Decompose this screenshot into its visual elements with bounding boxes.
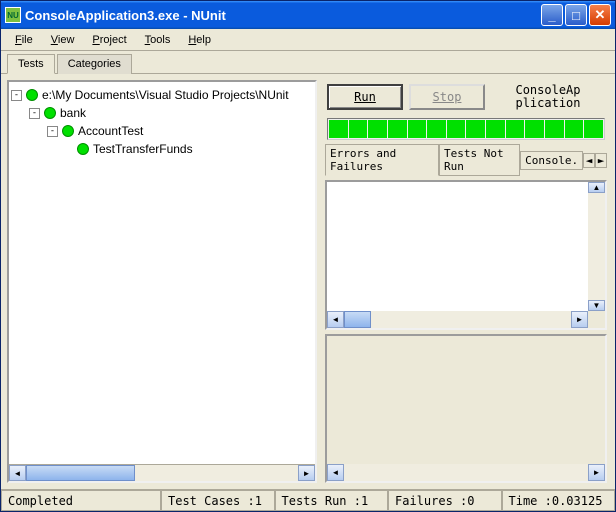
- status-test-cases: Test Cases : 1: [161, 490, 275, 511]
- errors-pane: ◄ ► ▲ ▼: [325, 180, 607, 330]
- scroll-corner: [588, 311, 605, 328]
- tree-row-testtransferfunds[interactable]: TestTransferFunds: [11, 140, 313, 158]
- status-failures: Failures : 0: [388, 490, 502, 511]
- menubar: File View Project Tools Help: [1, 29, 615, 51]
- scroll-right-icon[interactable]: ►: [588, 464, 605, 481]
- scroll-right-icon[interactable]: ►: [298, 465, 315, 481]
- tab-scroll-left-icon[interactable]: ◄: [583, 153, 595, 168]
- tree-label: e:\My Documents\Visual Studio Projects\N…: [42, 86, 289, 104]
- scroll-thumb[interactable]: [344, 311, 371, 328]
- results-panel: Run Stop ConsoleApplication Errors and F…: [323, 80, 609, 483]
- tab-categories[interactable]: Categories: [57, 54, 132, 74]
- titlebar[interactable]: NU ConsoleApplication3.exe - NUnit _ □ ✕: [1, 1, 615, 29]
- collapse-icon[interactable]: -: [11, 90, 22, 101]
- pane-h-scrollbar[interactable]: ◄ ►: [327, 464, 605, 481]
- scroll-left-icon[interactable]: ◄: [9, 465, 26, 481]
- tab-errors-failures[interactable]: Errors and Failures: [325, 144, 439, 176]
- pane-h-scrollbar[interactable]: ◄ ►: [327, 311, 588, 328]
- tree-row-bank[interactable]: - bank: [11, 104, 313, 122]
- detail-pane: ◄ ►: [325, 334, 607, 484]
- scroll-up-icon[interactable]: ▲: [588, 182, 605, 193]
- minimize-button[interactable]: _: [541, 4, 563, 26]
- tree-row-root[interactable]: - e:\My Documents\Visual Studio Projects…: [11, 86, 313, 104]
- scroll-left-icon[interactable]: ◄: [327, 464, 344, 481]
- run-target-label: ConsoleApplication: [491, 84, 605, 110]
- tab-scroll-right-icon[interactable]: ►: [595, 153, 607, 168]
- menu-tools[interactable]: Tools: [137, 32, 179, 48]
- tab-console[interactable]: Console.: [520, 151, 583, 170]
- tree-label: TestTransferFunds: [93, 140, 193, 158]
- tree-container: - e:\My Documents\Visual Studio Projects…: [7, 80, 317, 483]
- menu-help[interactable]: Help: [180, 32, 219, 48]
- collapse-icon[interactable]: -: [29, 108, 40, 119]
- tab-tests[interactable]: Tests: [7, 54, 55, 74]
- scroll-right-icon[interactable]: ►: [571, 311, 588, 328]
- tab-tests-not-run[interactable]: Tests Not Run: [439, 144, 520, 176]
- run-button[interactable]: Run: [327, 84, 403, 110]
- main-tabs: Tests Categories: [1, 51, 615, 73]
- tree-panel: - e:\My Documents\Visual Studio Projects…: [7, 80, 317, 483]
- app-icon: NU: [5, 7, 21, 23]
- tree-h-scrollbar[interactable]: ◄ ►: [9, 464, 315, 481]
- pass-icon: [77, 143, 89, 155]
- close-button[interactable]: ✕: [589, 4, 611, 26]
- status-tests-run: Tests Run : 1: [275, 490, 389, 511]
- stop-button: Stop: [409, 84, 485, 110]
- collapse-icon[interactable]: -: [47, 126, 58, 137]
- content-area: - e:\My Documents\Visual Studio Projects…: [1, 73, 615, 489]
- scroll-thumb[interactable]: [26, 465, 135, 481]
- scroll-left-icon[interactable]: ◄: [327, 311, 344, 328]
- maximize-button[interactable]: □: [565, 4, 587, 26]
- run-controls: Run Stop ConsoleApplication: [323, 80, 609, 114]
- pass-icon: [62, 125, 74, 137]
- tree-row-accounttest[interactable]: - AccountTest: [11, 122, 313, 140]
- statusbar: Completed Test Cases : 1 Tests Run : 1 F…: [1, 489, 615, 511]
- status-state: Completed: [1, 490, 161, 511]
- menu-file[interactable]: File: [7, 32, 41, 48]
- progress-bar: [327, 118, 605, 140]
- pass-icon: [26, 89, 38, 101]
- window-title: ConsoleApplication3.exe - NUnit: [25, 8, 541, 23]
- tree-label: AccountTest: [78, 122, 143, 140]
- scroll-track[interactable]: [26, 465, 298, 481]
- tree-label: bank: [60, 104, 86, 122]
- menu-view[interactable]: View: [43, 32, 83, 48]
- pass-icon: [44, 107, 56, 119]
- app-window: NU ConsoleApplication3.exe - NUnit _ □ ✕…: [0, 0, 616, 512]
- menu-project[interactable]: Project: [84, 32, 134, 48]
- pane-v-scrollbar[interactable]: ▲ ▼: [588, 182, 605, 311]
- result-tabs: Errors and Failures Tests Not Run Consol…: [323, 144, 609, 176]
- scroll-down-icon[interactable]: ▼: [588, 300, 605, 311]
- status-time: Time : 0.03125: [502, 490, 616, 511]
